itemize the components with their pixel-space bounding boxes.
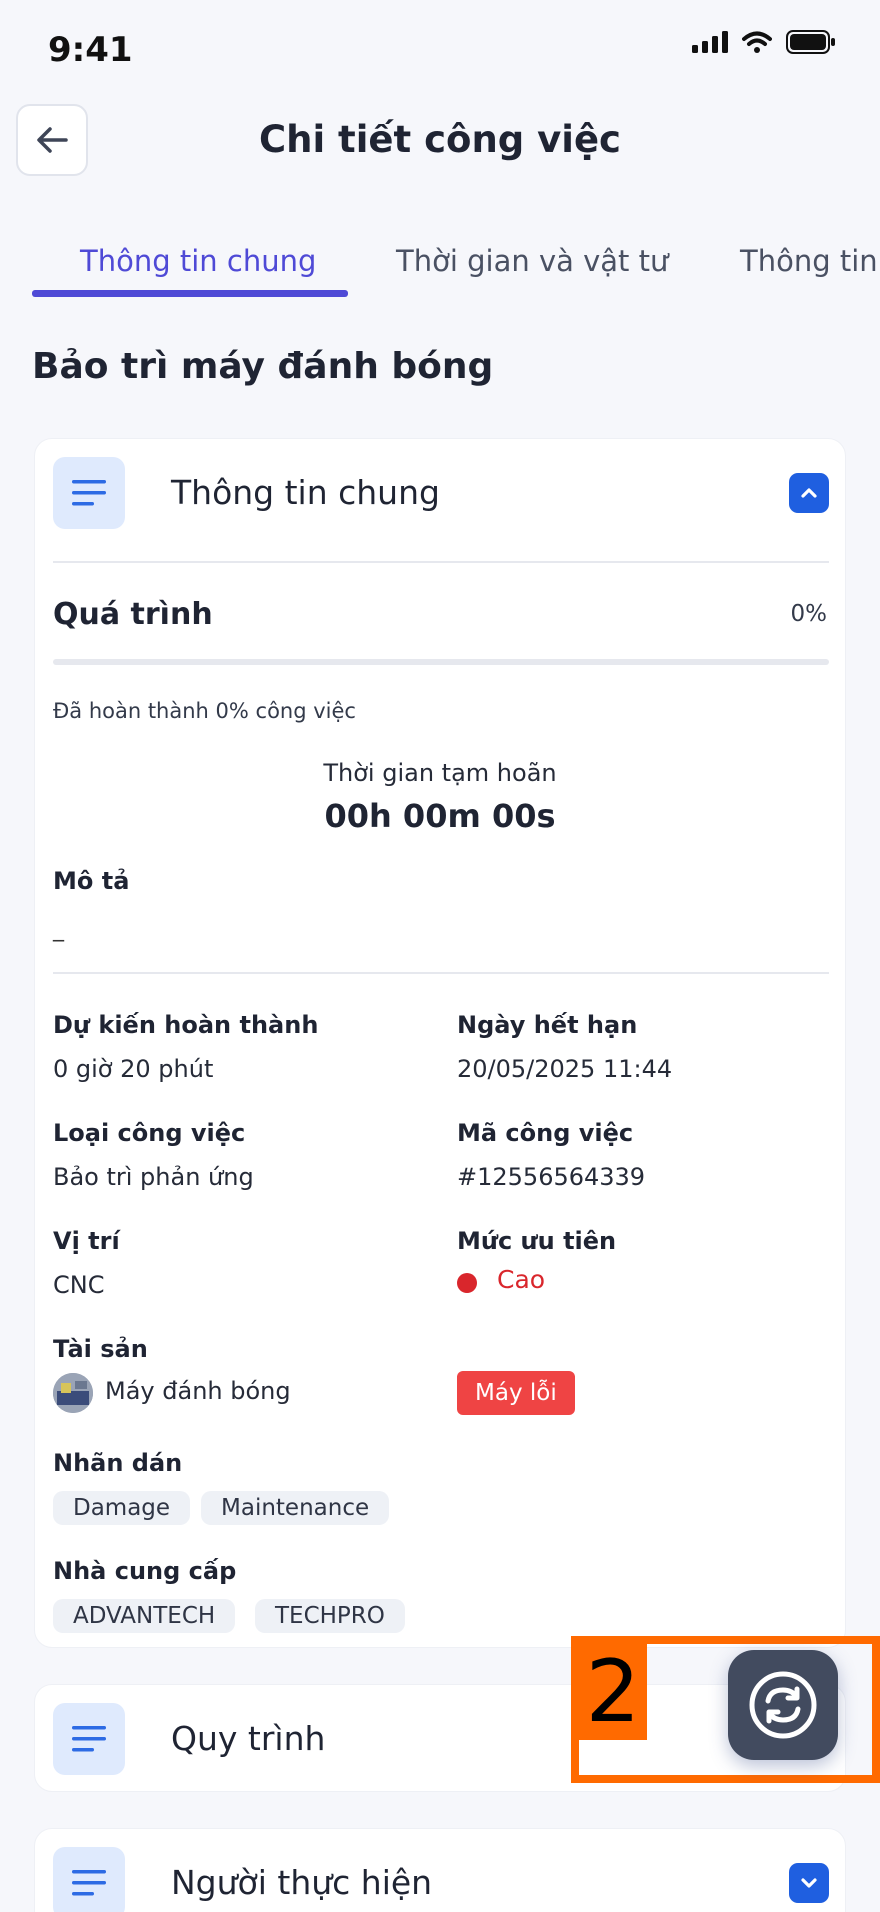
progress-note: Đã hoàn thành 0% công việc [53, 699, 356, 723]
page-title: Chi tiết công việc [259, 118, 621, 161]
wifi-icon [742, 31, 772, 53]
sync-button[interactable] [728, 1650, 838, 1760]
tag-chip: Damage [53, 1491, 191, 1525]
location-label: Vị trí [53, 1227, 120, 1255]
process-card-title: Quy trình [171, 1719, 326, 1758]
performer-card-header[interactable]: Người thực hiện [53, 1847, 829, 1912]
chevron-up-icon [801, 488, 817, 498]
general-info-card: Thông tin chung Quá trình 0% Đã hoàn thà… [34, 438, 846, 1648]
pause-time-value: 00h 00m 00s [324, 797, 556, 835]
expected-completion-label: Dự kiến hoàn thành [53, 1011, 319, 1039]
suppliers-label: Nhà cung cấp [53, 1557, 237, 1585]
job-code-label: Mã công việc [457, 1119, 634, 1147]
list-icon [53, 1847, 125, 1912]
progress-bar [53, 659, 829, 665]
supplier-chip: ADVANTECH [53, 1599, 236, 1633]
status-icons [692, 30, 836, 54]
priority-dot-icon [457, 1273, 477, 1293]
tab-more-info[interactable]: Thông tin x [740, 244, 880, 278]
asset-avatar [53, 1373, 93, 1413]
general-info-card-header[interactable]: Thông tin chung [53, 457, 829, 529]
job-type-label: Loại công việc [53, 1119, 246, 1147]
status-time: 9:41 [48, 30, 133, 70]
tab-general-info[interactable]: Thông tin chung [80, 244, 316, 278]
job-code-value: #12556564339 [457, 1163, 646, 1191]
progress-label: Quá trình [53, 597, 213, 632]
expand-button[interactable] [789, 1863, 829, 1903]
priority-value: Cao [497, 1265, 546, 1294]
asset-label: Tài sản [53, 1335, 148, 1363]
signal-icon [692, 31, 728, 53]
location-value: CNC [53, 1271, 105, 1299]
performer-card-title: Người thực hiện [171, 1863, 433, 1902]
description-label: Mô tả [53, 867, 130, 895]
tab-time-materials[interactable]: Thời gian và vật tư [396, 244, 668, 278]
battery-icon [786, 30, 835, 54]
collapse-button[interactable] [789, 473, 829, 513]
progress-value: 0% [790, 601, 828, 627]
divider [53, 561, 829, 563]
job-type-value: Bảo trì phản ứng [53, 1163, 254, 1191]
divider [53, 972, 829, 974]
general-info-card-title: Thông tin chung [171, 473, 440, 512]
highlight-number: 2 [579, 1644, 647, 1740]
job-title: Bảo trì máy đánh bóng [32, 346, 494, 387]
priority-label: Mức ưu tiên [457, 1227, 617, 1255]
asset-name[interactable]: Máy đánh bóng [105, 1377, 291, 1405]
chevron-down-icon [801, 1878, 817, 1888]
asset-status-badge: Máy lỗi [457, 1371, 575, 1415]
description-value: _ [53, 917, 64, 942]
expected-completion-value: 0 giờ 20 phút [53, 1055, 214, 1083]
pause-time-label: Thời gian tạm hoãn [323, 759, 557, 787]
sync-icon [749, 1671, 817, 1739]
due-date-label: Ngày hết hạn [457, 1011, 638, 1039]
status-bar: 9:41 [0, 0, 880, 100]
tag-chip: Maintenance [201, 1491, 390, 1525]
tags-label: Nhãn dán [53, 1449, 183, 1477]
performer-card: Người thực hiện [34, 1828, 846, 1912]
active-tab-indicator [32, 290, 348, 297]
list-icon [53, 1703, 125, 1775]
supplier-chip: TECHPRO [255, 1599, 405, 1633]
due-date-value: 20/05/2025 11:44 [457, 1055, 673, 1083]
list-icon [53, 457, 125, 529]
